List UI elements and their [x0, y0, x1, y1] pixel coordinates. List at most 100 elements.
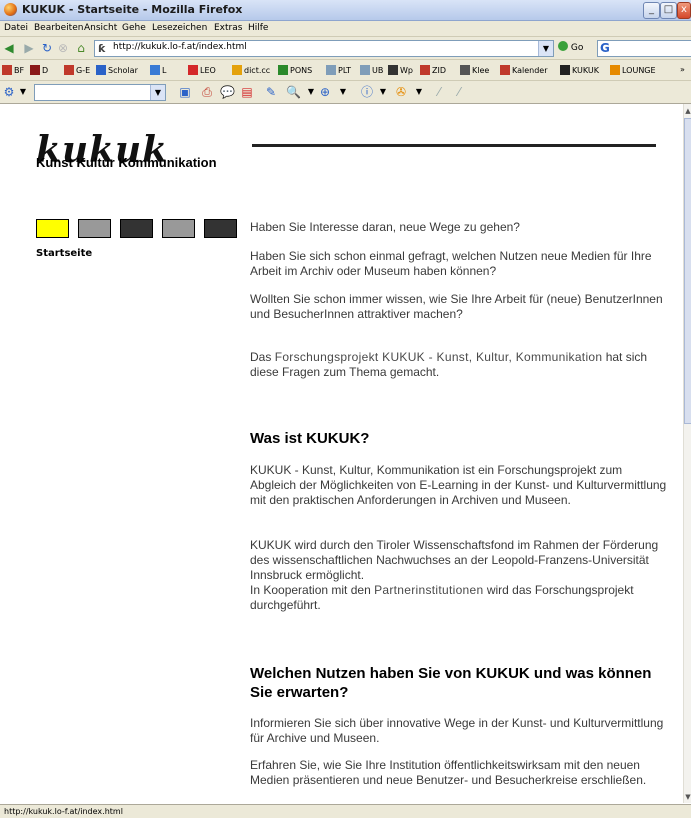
scroll-up-icon[interactable]: ▲ [684, 106, 691, 116]
navigation-toolbar: ◀ ▶ ↻ ⊗ ⌂ ƙ http://kukuk.lo-f.at/index.h… [0, 37, 691, 60]
menu-datei[interactable]: Datei [4, 23, 28, 33]
menu-bearbeiten[interactable]: Bearbeiten [34, 23, 83, 33]
bookmark-d[interactable]: D [30, 65, 48, 75]
url-dropdown-icon[interactable]: ▼ [538, 41, 553, 56]
bookmark-g-e[interactable]: G-E [64, 65, 90, 75]
scroll-thumb[interactable] [684, 118, 691, 424]
calendar-icon [500, 65, 510, 75]
bookmark-lounge[interactable]: LOUNGE [610, 65, 656, 75]
bookmark-ub[interactable]: UB [360, 65, 383, 75]
vertical-scrollbar[interactable]: ▲ ▼ [683, 104, 691, 803]
bookmark-pons[interactable]: PONS [278, 65, 312, 75]
magnifier-dropdown-icon[interactable]: ▼ [304, 85, 318, 99]
google-toolbar-icon[interactable]: ▣ [178, 85, 192, 99]
dict-cc-icon [232, 65, 242, 75]
nav-box-2[interactable] [78, 219, 111, 238]
home-icon[interactable]: ⌂ [74, 41, 88, 55]
heading-benefits: Welchen Nutzen haben Sie von KUKUK und w… [250, 665, 652, 701]
close-button[interactable]: x [677, 2, 691, 19]
bookmark-label: D [42, 66, 49, 75]
bookmark-dict-cc[interactable]: dict.cc [232, 65, 270, 75]
bookmark-zid[interactable]: ZID [420, 65, 446, 75]
bookmark-bf[interactable]: BF [2, 65, 24, 75]
tools-icon[interactable]: ✇ [394, 85, 408, 99]
magnifier-icon[interactable]: 🔍 [286, 85, 301, 99]
page-icon [326, 65, 336, 75]
back-icon[interactable]: ◀ [2, 41, 16, 55]
bookmark-leo[interactable]: LEO [188, 65, 216, 75]
bookmark-label: LOUNGE [622, 66, 656, 75]
mountain-icon [460, 65, 470, 75]
calendar-icon [420, 65, 430, 75]
extension-icon[interactable]: ⚙ [2, 85, 16, 99]
partner-link[interactable]: Partnerinstitutionen [374, 583, 483, 597]
minimize-button[interactable]: _ [643, 2, 660, 19]
info-dropdown-icon[interactable]: ▼ [376, 85, 390, 99]
benefit-paragraph-1: Informieren Sie sich über innovative Weg… [250, 716, 664, 745]
bookmark-l[interactable]: L [150, 65, 166, 75]
bookmark-label: Kalender [512, 66, 548, 75]
tools-dropdown-icon[interactable]: ▼ [412, 85, 426, 99]
project-link[interactable]: Forschungsprojekt KUKUK - Kunst, Kultur,… [275, 350, 603, 364]
bookmark-label: Wp [400, 66, 413, 75]
heading-what-is-kukuk: Was ist KUKUK? [250, 430, 370, 447]
maximize-button[interactable]: □ [660, 2, 677, 19]
bookmark-klee[interactable]: Klee [460, 65, 489, 75]
toolbar-select[interactable]: ▼ [34, 84, 166, 101]
bookmark-kalender[interactable]: Kalender [500, 65, 548, 75]
select-dropdown-icon[interactable]: ▼ [150, 85, 165, 100]
pdf-icon[interactable]: ⎙ [200, 85, 214, 99]
what-paragraph-1: KUKUK - Kunst, Kultur, Kommunikation ist… [250, 463, 667, 507]
intro-paragraph-3: Wollten Sie schon immer wissen, wie Sie … [250, 292, 663, 321]
stop-icon[interactable]: ⊗ [56, 41, 70, 55]
bookmark-scholar[interactable]: Scholar [96, 65, 138, 75]
bookmark-label: L [162, 66, 167, 75]
sidenav-startseite[interactable]: Startseite [36, 248, 92, 259]
what-paragraph-2: KUKUK wird durch den Tiroler Wissenschaf… [250, 538, 670, 613]
marker-icon[interactable]: ⁄ [452, 85, 466, 99]
lounge-icon [610, 65, 620, 75]
menu-extras[interactable]: Extras [214, 23, 242, 33]
search-box[interactable]: G [597, 40, 691, 57]
reload-icon[interactable]: ↻ [40, 41, 54, 55]
go-label: Go [570, 43, 584, 53]
url-bar[interactable]: ƙ http://kukuk.lo-f.at/index.html ▼ [94, 40, 554, 57]
bookmarks-overflow-icon[interactable]: » [680, 65, 685, 74]
status-bar: http://kukuk.lo-f.at/index.html [0, 804, 691, 818]
info-icon[interactable]: ⓘ [360, 85, 374, 99]
screenshot-icon[interactable]: ▤ [240, 85, 254, 99]
brush-icon[interactable]: ⁄ [432, 85, 446, 99]
nav-box-1[interactable] [36, 219, 69, 238]
bookmark-label: PONS [290, 66, 313, 75]
go-button[interactable]: Go [558, 41, 583, 53]
book-icon [150, 65, 160, 75]
forward-icon[interactable]: ▶ [22, 41, 36, 55]
window-title: KUKUK - Startseite - Mozilla Firefox [22, 3, 243, 16]
url-text: http://kukuk.lo-f.at/index.html [113, 42, 247, 52]
bookmark-label: dict.cc [244, 66, 271, 75]
what-paragraph-2-pre: In Kooperation mit den [250, 583, 375, 597]
bookmark-label: KUKUK [572, 66, 600, 75]
bookmark-label: PLT [338, 66, 352, 75]
scroll-down-icon[interactable]: ▼ [684, 792, 691, 802]
bookmark-kukuk[interactable]: KUKUK [560, 65, 599, 75]
nav-box-4[interactable] [162, 219, 195, 238]
bookmark-wp[interactable]: Wp [388, 65, 413, 75]
nav-box-3[interactable] [120, 219, 153, 238]
leo-icon [188, 65, 198, 75]
bookmark-plt[interactable]: PLT [326, 65, 351, 75]
what-paragraph-2-a: KUKUK wird durch den Tiroler Wissenschaf… [250, 538, 659, 582]
menu-gehe[interactable]: Gehe [122, 23, 146, 33]
menu-hilfe[interactable]: Hilfe [248, 23, 268, 33]
zoom-icon[interactable]: ⊕ [318, 85, 332, 99]
speech-bubble-icon[interactable]: 💬 [220, 85, 235, 99]
zoom-dropdown-icon[interactable]: ▼ [336, 85, 350, 99]
bookmark-label: LEO [200, 66, 216, 75]
nav-box-5[interactable] [204, 219, 237, 238]
pen-icon[interactable]: ✎ [264, 85, 278, 99]
extension-dropdown-icon[interactable]: ▼ [16, 85, 30, 99]
pons-icon [278, 65, 288, 75]
bookmark-icon [2, 65, 12, 75]
menu-ansicht[interactable]: Ansicht [84, 23, 117, 33]
menu-lesezeichen[interactable]: Lesezeichen [152, 23, 207, 33]
